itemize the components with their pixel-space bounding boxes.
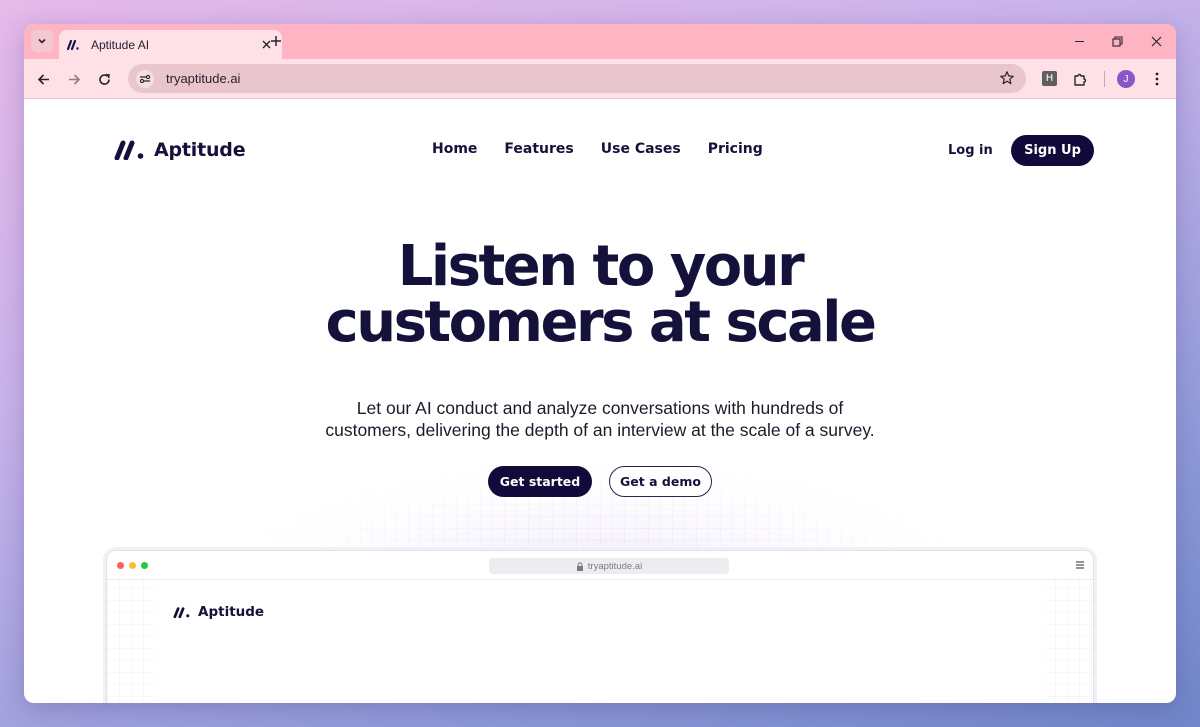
minimize-icon — [1074, 40, 1084, 42]
browser-toolbar: tryaptitude.ai H J — [24, 59, 1176, 99]
close-dot — [117, 562, 124, 569]
tab-title: Aptitude AI — [91, 37, 150, 52]
url-text: tryaptitude.ai — [166, 71, 241, 86]
preview-url-text: tryaptitude.ai — [587, 560, 643, 572]
kebab-icon — [1155, 72, 1159, 86]
lock-icon — [576, 561, 583, 571]
product-preview: tryaptitude.ai Aptitude — [106, 550, 1094, 703]
chevron-down-icon — [38, 38, 46, 44]
browser-tab[interactable]: Aptitude AI — [59, 30, 282, 59]
main-nav: Home Features Use Cases Pricing — [432, 141, 763, 157]
close-window-button[interactable] — [1148, 33, 1164, 49]
tab-search-button[interactable] — [31, 30, 53, 52]
close-icon — [1151, 36, 1161, 46]
bookmark-button[interactable] — [999, 70, 1015, 86]
reload-icon — [98, 73, 110, 85]
nav-features[interactable]: Features — [504, 141, 573, 157]
site-info-icon — [139, 74, 151, 83]
forward-button[interactable] — [65, 70, 83, 88]
new-tab-button[interactable] — [267, 32, 285, 50]
forward-icon — [68, 73, 80, 85]
site-logo[interactable]: Aptitude — [114, 139, 246, 161]
nav-use-cases[interactable]: Use Cases — [601, 141, 681, 157]
web-page: Aptitude Home Features Use Cases Pricing… — [24, 99, 1176, 703]
nav-home[interactable]: Home — [432, 141, 477, 157]
aptitude-favicon-icon — [67, 38, 81, 52]
login-link[interactable]: Log in — [948, 143, 993, 158]
extension-h-button[interactable]: H — [1042, 71, 1057, 86]
hero-title-line-2: customers at scale — [325, 290, 877, 355]
back-button[interactable] — [34, 70, 52, 88]
extensions-button[interactable] — [1071, 70, 1089, 88]
minimize-dot — [129, 562, 136, 569]
preview-content — [155, 580, 1045, 703]
profile-avatar[interactable]: J — [1117, 70, 1135, 88]
browser-menu-button[interactable] — [1148, 70, 1166, 88]
site-header: Aptitude Home Features Use Cases Pricing… — [24, 99, 1176, 199]
minimize-button[interactable] — [1071, 33, 1087, 49]
preview-brand-name: Aptitude — [198, 604, 265, 620]
back-icon — [37, 73, 49, 85]
hero-subtitle-line-1: Let our AI conduct and analyze conversat… — [356, 398, 844, 418]
get-started-button[interactable]: Get started — [488, 466, 592, 497]
hero-title: Listen to your customers at scale — [24, 239, 1176, 351]
brand-name: Aptitude — [154, 139, 246, 161]
toolbar-divider — [1104, 71, 1105, 87]
hamburger-icon — [1076, 561, 1084, 569]
puzzle-icon — [1073, 73, 1086, 86]
plus-icon — [271, 36, 281, 46]
aptitude-logo-icon — [173, 606, 190, 618]
restore-icon — [1111, 35, 1123, 47]
preview-url-bar: tryaptitude.ai — [489, 558, 729, 574]
signup-button[interactable]: Sign Up — [1011, 135, 1094, 166]
restore-button[interactable] — [1109, 33, 1125, 49]
preview-logo: Aptitude — [173, 604, 264, 620]
preview-browser-bar: tryaptitude.ai — [107, 551, 1093, 580]
hero-subtitle-line-2: customers, delivering the depth of an in… — [325, 420, 875, 440]
nav-pricing[interactable]: Pricing — [708, 141, 763, 157]
hero-subtitle: Let our AI conduct and analyze conversat… — [254, 397, 946, 441]
preview-body: Aptitude — [107, 580, 1093, 703]
reload-button[interactable] — [95, 70, 113, 88]
tab-strip: Aptitude AI — [24, 24, 1176, 59]
maximize-dot — [141, 562, 148, 569]
get-demo-button[interactable]: Get a demo — [609, 466, 712, 497]
star-icon — [1000, 71, 1014, 85]
address-bar[interactable]: tryaptitude.ai — [128, 64, 1026, 93]
aptitude-logo-icon — [114, 140, 144, 160]
browser-window: Aptitude AI tryaptitude.ai H J Aptitude … — [24, 24, 1176, 703]
site-info-button[interactable] — [136, 69, 154, 88]
